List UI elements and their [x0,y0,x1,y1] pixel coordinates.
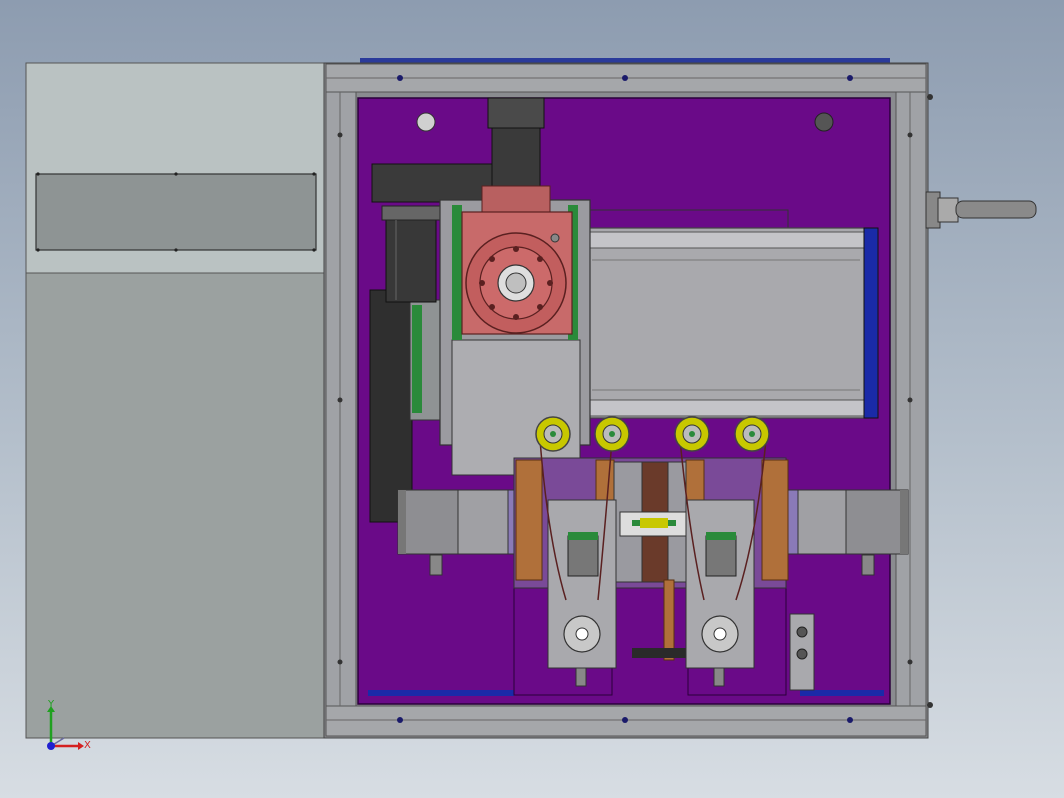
tension-mechanism [513,416,789,696]
limit-switch-bracket [789,613,815,691]
bracket [515,459,543,581]
triad-origin [47,742,55,750]
stage-end-blue [863,227,879,419]
triad-y-label: Y [47,699,55,710]
triad-x-label: X [84,740,91,751]
plate-hole [814,112,834,132]
frame-bolt [622,75,628,81]
pulley [674,416,710,452]
cad-drawing-canvas[interactable]: Y X [0,0,1064,798]
frame-bolt [847,75,853,81]
blue-rail-right [800,690,884,696]
frame-bolt [847,717,853,723]
pulley [734,416,770,452]
pulley [535,416,571,452]
side-shaft-handle[interactable] [925,191,1037,229]
pulley [594,416,630,452]
frame-bolt [397,717,403,723]
plate-hole [416,112,436,132]
frame-bolt [397,75,403,81]
bracket [761,459,789,581]
frame-bolt [622,717,628,723]
blue-rail-left [368,690,514,696]
auxiliary-motor [381,205,441,303]
cabinet-window [35,173,317,251]
side-cabinet [25,62,325,739]
